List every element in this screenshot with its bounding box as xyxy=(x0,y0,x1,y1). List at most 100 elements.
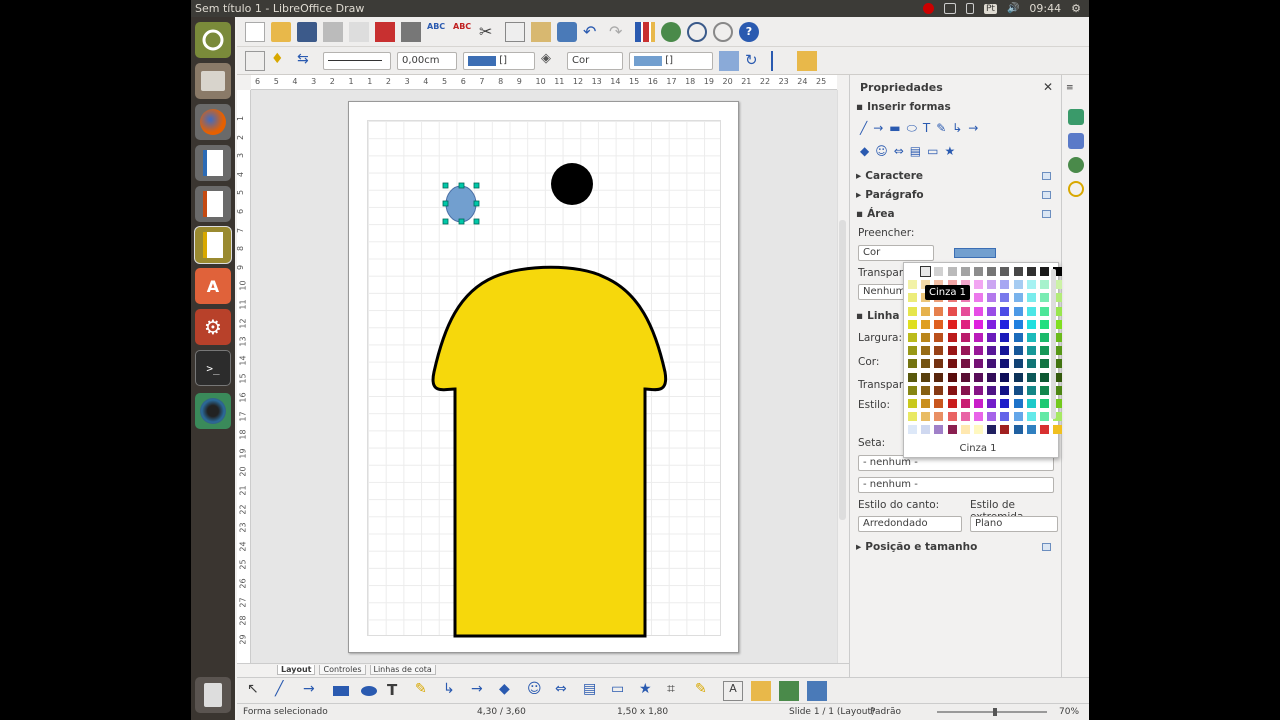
color-swatch[interactable] xyxy=(973,267,983,276)
color-swatch[interactable] xyxy=(1013,359,1023,369)
color-swatch[interactable] xyxy=(960,319,970,329)
keyboard-layout[interactable]: Pt xyxy=(984,3,997,14)
block-arrows-icon[interactable]: ⇔ xyxy=(555,681,575,701)
area-more-button[interactable] xyxy=(1042,210,1051,218)
color-swatch[interactable] xyxy=(947,372,957,382)
color-swatch[interactable] xyxy=(947,267,957,276)
position-more-button[interactable] xyxy=(1042,543,1051,551)
color-swatch[interactable] xyxy=(973,280,983,290)
section-area[interactable]: ▪ Área xyxy=(856,208,895,220)
cut-icon[interactable]: ✂ xyxy=(479,22,499,42)
save-icon[interactable] xyxy=(297,21,317,42)
color-swatch[interactable] xyxy=(921,372,931,382)
color-swatch[interactable] xyxy=(1039,267,1049,276)
color-swatch[interactable] xyxy=(960,346,970,356)
color-swatch[interactable] xyxy=(973,293,983,303)
color-swatch[interactable] xyxy=(987,293,997,303)
color-swatch[interactable] xyxy=(1026,293,1036,303)
color-swatch[interactable] xyxy=(1026,425,1036,435)
color-swatch[interactable] xyxy=(921,398,931,408)
ellipse-tool-icon[interactable] xyxy=(359,681,379,701)
color-swatch[interactable] xyxy=(1039,372,1049,382)
color-swatch[interactable] xyxy=(973,425,983,435)
email-icon[interactable] xyxy=(323,21,343,42)
color-swatch[interactable] xyxy=(960,385,970,395)
color-swatch[interactable] xyxy=(921,346,931,356)
color-swatch[interactable] xyxy=(973,306,983,316)
color-swatch[interactable] xyxy=(1039,346,1049,356)
transformations-icon[interactable] xyxy=(807,680,827,701)
section-paragraph[interactable]: ▸ Parágrafo xyxy=(856,189,924,201)
gallery-icon[interactable] xyxy=(661,21,681,42)
paragraph-more-button[interactable] xyxy=(1042,191,1051,199)
extrusion-icon[interactable] xyxy=(779,680,799,701)
color-swatch[interactable] xyxy=(1000,293,1010,303)
copy-icon[interactable] xyxy=(505,21,525,42)
color-swatch[interactable] xyxy=(1026,385,1036,395)
color-swatch[interactable] xyxy=(908,398,917,408)
color-swatch[interactable] xyxy=(973,346,983,356)
color-swatch[interactable] xyxy=(934,425,944,435)
color-swatch[interactable] xyxy=(1039,293,1049,303)
open-folder-icon[interactable] xyxy=(271,21,291,42)
color-swatch[interactable] xyxy=(960,398,970,408)
color-swatch[interactable] xyxy=(908,280,917,290)
color-swatch[interactable] xyxy=(1000,425,1010,435)
color-swatch[interactable] xyxy=(987,412,997,422)
gallery-tab-icon[interactable] xyxy=(1068,157,1084,173)
shape-tools-row-1[interactable]: ╱→▬⬭T✎↳→ xyxy=(860,121,984,136)
files-icon[interactable] xyxy=(195,63,231,99)
color-swatch[interactable] xyxy=(987,425,997,435)
lines-arrows-icon[interactable]: → xyxy=(471,681,491,701)
fill-color-select[interactable]: [] xyxy=(629,51,713,70)
color-swatch[interactable] xyxy=(1026,306,1036,316)
system-settings-icon[interactable]: ⚙ xyxy=(195,309,231,345)
stars-icon[interactable]: ★ xyxy=(639,681,659,701)
color-swatch[interactable] xyxy=(1013,267,1023,276)
rotate-icon[interactable]: ↻ xyxy=(745,51,765,71)
color-swatch[interactable] xyxy=(934,267,944,276)
points-icon[interactable]: ⌗ xyxy=(667,681,687,701)
color-swatch[interactable] xyxy=(1000,332,1010,342)
navigator-tab-icon[interactable] xyxy=(1068,181,1084,197)
color-swatch[interactable] xyxy=(1013,319,1023,329)
export-pdf-icon[interactable] xyxy=(375,21,395,42)
color-swatch[interactable] xyxy=(1000,306,1010,316)
fill-color-dropdown[interactable] xyxy=(944,246,1008,260)
color-swatch[interactable] xyxy=(947,359,957,369)
insert-image-icon[interactable] xyxy=(751,680,771,701)
line-style-select[interactable] xyxy=(323,51,391,70)
glue-points-icon[interactable]: ✎ xyxy=(695,681,715,701)
color-swatch[interactable] xyxy=(987,372,997,382)
flowchart-icon[interactable]: ▤ xyxy=(583,681,603,701)
software-center-icon[interactable]: A xyxy=(195,268,231,304)
color-swatch[interactable] xyxy=(987,319,997,329)
color-swatch[interactable] xyxy=(960,412,970,422)
curve-tool-icon[interactable]: ✎ xyxy=(415,681,435,701)
color-swatch[interactable] xyxy=(908,293,917,303)
connector-tool-icon[interactable]: ↳ xyxy=(443,681,463,701)
tab-dimension-lines[interactable]: Linhas de cota xyxy=(369,665,436,675)
new-document-icon[interactable] xyxy=(245,21,265,42)
color-swatch[interactable] xyxy=(1013,398,1023,408)
line-width-spin[interactable]: 0,00cm xyxy=(397,51,457,70)
color-swatch[interactable] xyxy=(947,346,957,356)
color-swatch[interactable] xyxy=(1013,293,1023,303)
color-swatch[interactable] xyxy=(1039,398,1049,408)
shape-tools-row-2[interactable]: ◆☺⇔▤▭★ xyxy=(860,144,961,158)
drawing-page[interactable] xyxy=(348,101,739,653)
color-swatch[interactable] xyxy=(947,332,957,342)
drawing-canvas[interactable] xyxy=(251,90,837,663)
edit-file-icon[interactable] xyxy=(349,21,369,42)
color-swatch[interactable] xyxy=(934,398,944,408)
color-swatch[interactable] xyxy=(934,359,944,369)
color-swatch[interactable] xyxy=(1000,385,1010,395)
color-swatch[interactable] xyxy=(960,372,970,382)
color-swatch[interactable] xyxy=(934,412,944,422)
color-swatch[interactable] xyxy=(908,332,917,342)
color-swatch[interactable] xyxy=(973,319,983,329)
color-swatch[interactable] xyxy=(973,385,983,395)
color-swatch[interactable] xyxy=(908,319,917,329)
terminal-icon[interactable]: >_ xyxy=(195,350,231,386)
color-swatch[interactable] xyxy=(1039,319,1049,329)
